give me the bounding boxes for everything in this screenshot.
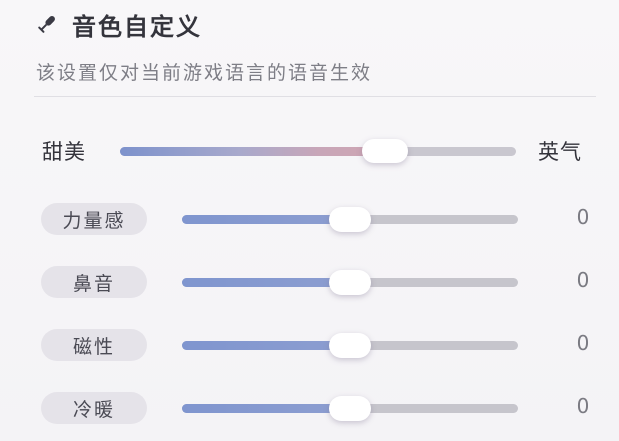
header-divider [34, 96, 596, 97]
strength-slider-track[interactable] [182, 207, 518, 232]
magnetism-value: 0 [576, 331, 590, 355]
nasal-value: 0 [576, 268, 590, 292]
slider-row-nasal: 鼻音 0 [0, 262, 619, 302]
panel-subtitle: 该设置仅对当前游戏语言的语音生效 [36, 62, 373, 84]
warmth-slider-track[interactable] [182, 396, 518, 421]
warmth-slider-thumb[interactable] [329, 396, 371, 421]
slider-row-magnetism: 磁性 0 [0, 325, 619, 365]
nasal-slider-fill [182, 278, 350, 287]
sweet-heroic-slider-track[interactable] [120, 139, 516, 163]
magnetism-slider-track[interactable] [182, 333, 518, 358]
strength-label-pill: 力量感 [41, 203, 147, 235]
sweet-heroic-slider-fill [120, 147, 386, 156]
warmth-slider-fill [182, 404, 350, 413]
magnetism-slider-fill [182, 341, 350, 350]
strength-value: 0 [576, 205, 590, 229]
slider-row-warmth: 冷暖 0 [0, 388, 619, 428]
slider-row-strength: 力量感 0 [0, 199, 619, 239]
warmth-label-pill: 冷暖 [41, 392, 147, 424]
sweet-label: 甜美 [42, 140, 86, 164]
nasal-label-pill: 鼻音 [41, 266, 147, 298]
nasal-slider-track[interactable] [182, 270, 518, 295]
nasal-slider-thumb[interactable] [329, 270, 371, 295]
microphone-icon [36, 13, 58, 35]
magnetism-slider-thumb[interactable] [329, 333, 371, 358]
warmth-value: 0 [576, 394, 590, 418]
strength-slider-thumb[interactable] [329, 207, 371, 232]
sweet-heroic-slider-thumb[interactable] [362, 139, 409, 163]
sweet-heroic-slider-row: 甜美 英气 [0, 128, 619, 174]
heroic-label: 英气 [538, 140, 582, 164]
magnetism-label-pill: 磁性 [41, 329, 147, 361]
voice-customize-panel: 音色自定义 该设置仅对当前游戏语言的语音生效 甜美 英气 力量感 0 鼻音 0 … [0, 0, 619, 441]
strength-slider-fill [182, 215, 350, 224]
panel-title: 音色自定义 [72, 12, 202, 41]
panel-header: 音色自定义 [36, 4, 202, 44]
